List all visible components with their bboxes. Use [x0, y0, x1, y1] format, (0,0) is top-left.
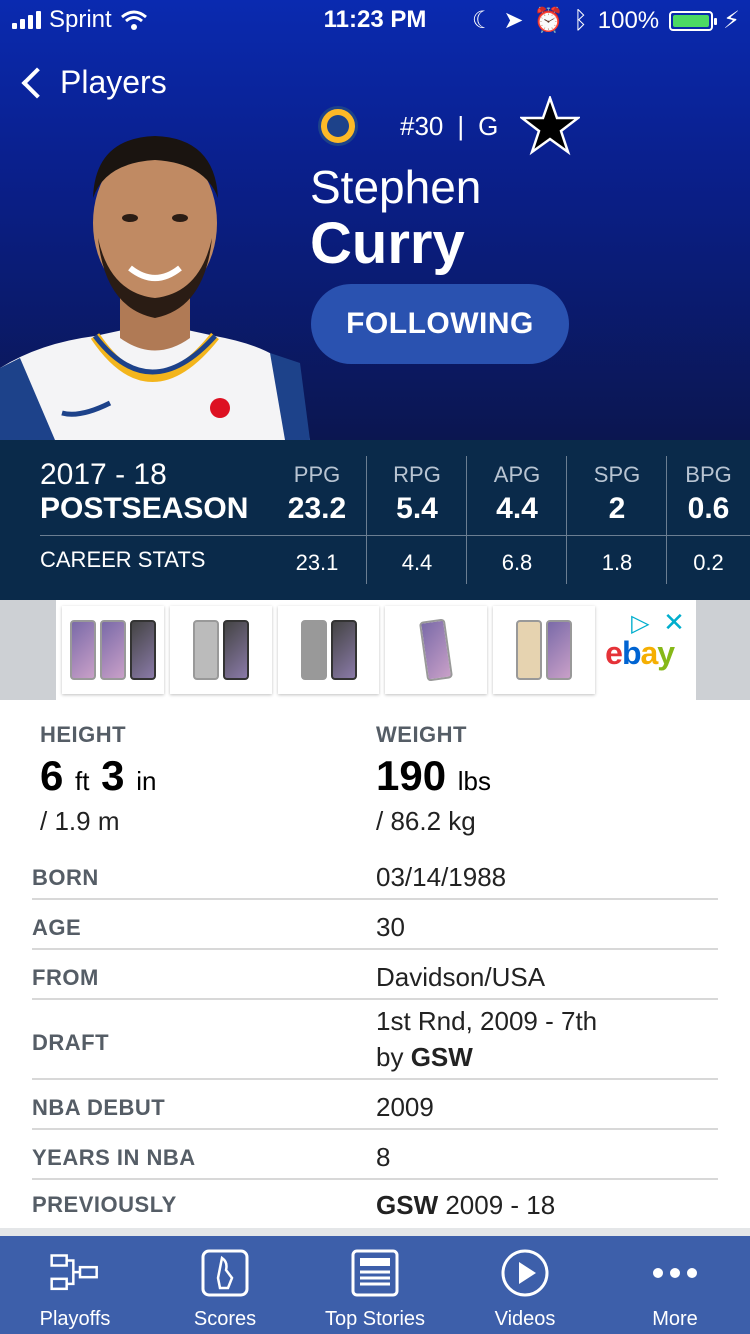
- stat-career-value: 0.2: [693, 550, 724, 575]
- newspaper-icon: [351, 1249, 399, 1297]
- info-row-nba-debut: NBA DEBUT 2009: [32, 1080, 718, 1130]
- stat-label: APG: [493, 462, 541, 487]
- info-row-age: AGE 30: [32, 900, 718, 950]
- player-first-name: Stephen: [310, 161, 482, 213]
- moon-icon: ☾: [471, 7, 494, 34]
- stat-column-ppg: PPG 23.2 23.1: [267, 440, 367, 585]
- ad-product-image[interactable]: [277, 606, 380, 694]
- stat-season-value: 5.4: [396, 492, 438, 525]
- ad-product-image[interactable]: [385, 606, 488, 694]
- height-label: HEIGHT: [40, 722, 127, 747]
- charging-icon: ⚡: [723, 7, 740, 34]
- height-value: 6 ft 3 in: [40, 752, 157, 799]
- number-position: #30 | G: [400, 111, 498, 142]
- stat-column-spg: SPG 2 1.8: [567, 440, 667, 585]
- tab-more[interactable]: More: [600, 1236, 750, 1334]
- tab-top-stories[interactable]: Top Stories: [300, 1236, 450, 1334]
- stats-panel: 2017 - 18 POSTSEASON CAREER STATS PPG 23…: [0, 440, 750, 600]
- stat-career-value: 4.4: [401, 550, 433, 575]
- separator: |: [457, 110, 465, 141]
- stat-career-value: 1.8: [601, 550, 633, 575]
- tab-label: Playoffs: [39, 1308, 111, 1330]
- close-icon[interactable]: ✕: [663, 607, 685, 638]
- info-row-born: BORN 03/14/1988: [32, 850, 718, 900]
- height-metric: / 1.9 m: [40, 806, 120, 836]
- all-star-icon: [520, 96, 581, 156]
- player-info: HEIGHT 6 ft 3 in / 1.9 m WEIGHT 190 lbs …: [0, 700, 750, 1230]
- warriors-logo-icon: [318, 106, 358, 146]
- back-label: Players: [60, 64, 167, 100]
- stat-column-bpg: BPG 0.6 0.2: [667, 440, 750, 585]
- battery-percent: 100%: [597, 6, 660, 34]
- stat-label: BPG: [685, 462, 732, 487]
- status-right: ☾ ➤ ⏰ ᛒ 100% ⚡: [472, 6, 740, 35]
- info-row-previously: PREVIOUSLY GSW 2009 - 18: [32, 1190, 556, 1220]
- adchoices-icon[interactable]: ▷: [631, 609, 649, 638]
- player-header: Sprint 11:23 PM ☾ ➤ ⏰ ᛒ 100% ⚡ Players #…: [0, 0, 750, 440]
- stat-column-apg: APG 4.4 6.8: [467, 440, 567, 585]
- ad-product-image[interactable]: [169, 606, 272, 694]
- player-last-name: Curry: [310, 211, 465, 276]
- tab-bar: Playoffs Scores Top Stories Videos More: [0, 1236, 750, 1334]
- stat-column-rpg: RPG 5.4 4.4: [367, 440, 467, 585]
- stat-season-value: 0.6: [687, 492, 730, 525]
- jersey-number: #30: [400, 110, 444, 141]
- weight-value: 190 lbs: [376, 752, 491, 799]
- season-type: POSTSEASON: [40, 492, 249, 525]
- info-row-from: FROM Davidson/USA: [32, 950, 718, 1000]
- bluetooth-icon: ᛒ: [573, 6, 588, 34]
- stat-career-value: 6.8: [501, 550, 533, 575]
- tab-label: Top Stories: [324, 1308, 426, 1330]
- stat-label: SPG: [593, 462, 641, 487]
- nba-logo-icon: [201, 1249, 249, 1297]
- stat-season-value: 4.4: [496, 492, 538, 525]
- alarm-icon: ⏰: [533, 7, 564, 34]
- stat-label: PPG: [293, 462, 341, 487]
- stat-label: RPG: [393, 462, 441, 487]
- position: G: [478, 110, 499, 141]
- bracket-icon: [50, 1254, 98, 1291]
- battery-icon: [669, 10, 718, 31]
- tab-playoffs[interactable]: Playoffs: [0, 1236, 150, 1334]
- location-icon: ➤: [503, 7, 524, 34]
- ebay-logo[interactable]: ▷ ✕ ebay: [601, 605, 696, 695]
- ebay-wordmark: ebay: [605, 635, 675, 671]
- play-icon: [501, 1249, 549, 1297]
- tab-videos[interactable]: Videos: [450, 1236, 600, 1334]
- status-bar: Sprint 11:23 PM ☾ ➤ ⏰ ᛒ 100% ⚡: [0, 0, 750, 40]
- stat-season-value: 23.2: [287, 492, 347, 525]
- player-meta: #30 | G: [318, 96, 581, 156]
- tab-label: More: [652, 1308, 698, 1330]
- info-row-draft: DRAFT 1st Rnd, 2009 - 7th by GSW: [32, 1000, 718, 1080]
- tab-label: Videos: [494, 1308, 556, 1330]
- ad-content[interactable]: ▷ ✕ ebay: [56, 600, 696, 700]
- tabbar-divider: [0, 1228, 750, 1236]
- back-button[interactable]: Players: [16, 64, 167, 101]
- stat-season-value: 2: [608, 492, 626, 525]
- ad-product-image[interactable]: [493, 606, 596, 694]
- tab-scores[interactable]: Scores: [150, 1236, 300, 1334]
- tab-label: Scores: [193, 1308, 257, 1330]
- following-button[interactable]: FOLLOWING: [311, 284, 569, 364]
- weight-metric: / 86.2 kg: [376, 806, 476, 836]
- ad-product-image[interactable]: [62, 606, 164, 694]
- season-label: 2017 - 18: [40, 458, 167, 491]
- player-headshot: [0, 118, 310, 440]
- more-icon: [653, 1268, 697, 1278]
- career-stats-label: CAREER STATS: [40, 547, 206, 572]
- stat-career-value: 23.1: [295, 550, 339, 575]
- ad-banner[interactable]: ▷ ✕ ebay: [0, 600, 750, 700]
- info-row-years-in-nba: YEARS IN NBA 8: [32, 1130, 718, 1180]
- chevron-left-icon: [21, 66, 53, 99]
- weight-label: WEIGHT: [376, 722, 467, 747]
